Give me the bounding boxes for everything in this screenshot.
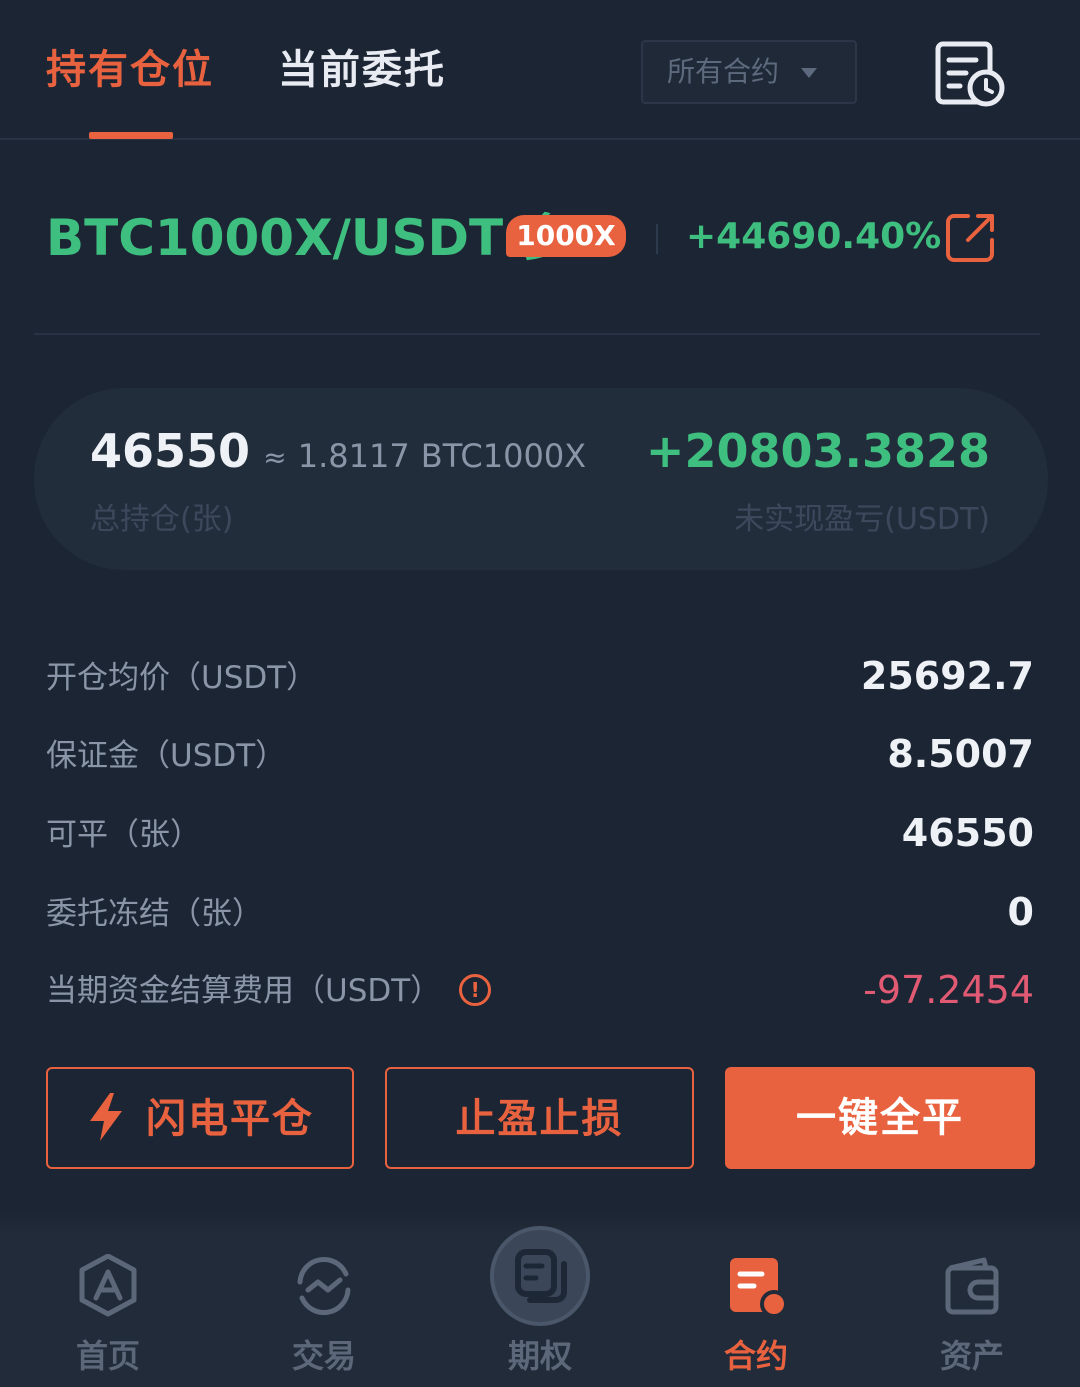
detail-label-funding-fee: 当期资金结算费用（USDT） <box>46 973 442 1009</box>
nav-item-contract[interactable]: 合约 <box>648 1234 864 1387</box>
chevron-down-icon <box>801 68 817 78</box>
approx-symbol: ≈ <box>263 441 287 474</box>
pnl-percent: +44690.40% <box>686 216 942 257</box>
flash-close-button[interactable]: 闪电平仓 <box>46 1067 354 1169</box>
nav-label-trade: 交易 <box>291 1337 356 1375</box>
nav-label-assets: 资产 <box>939 1337 1004 1375</box>
nav-item-home[interactable]: 首页 <box>0 1234 216 1387</box>
close-all-button[interactable]: 一键全平 <box>725 1067 1035 1169</box>
detail-label-entry-price: 开仓均价（USDT） <box>46 660 318 696</box>
unrealized-pnl-label: 未实现盈亏(USDT) <box>734 502 990 537</box>
nav-item-assets[interactable]: 资产 <box>864 1234 1080 1387</box>
options-center-button[interactable] <box>490 1226 590 1326</box>
unrealized-pnl: +20803.3828 <box>645 424 990 478</box>
detail-value-funding-fee: -97.2454 <box>863 968 1034 1012</box>
contract-filter-dropdown[interactable]: 所有合约 <box>641 40 857 104</box>
detail-value-entry-price: 25692.7 <box>860 654 1034 698</box>
info-icon[interactable]: ! <box>459 973 492 1006</box>
position-symbol[interactable]: BTC1000X/USDT·多 <box>46 205 572 271</box>
tab-positions[interactable]: 持有仓位 <box>46 42 214 98</box>
detail-label-frozen: 委托冻结（张） <box>46 896 263 932</box>
total-quantity: 46550 <box>90 424 251 478</box>
active-tab-indicator <box>89 132 173 139</box>
detail-label-funding-fee-row: 当期资金结算费用（USDT）! <box>46 969 492 1013</box>
wallet-icon <box>945 1257 999 1315</box>
home-icon <box>79 1254 137 1317</box>
detail-value-frozen: 0 <box>1007 890 1034 934</box>
detail-label-closable: 可平（张） <box>46 817 201 853</box>
detail-label-margin: 保证金（USDT） <box>46 738 287 774</box>
approx-amount: 1.8117 <box>297 437 410 475</box>
top-tab-bar: 持有仓位 当前委托 所有合约 <box>0 0 1080 140</box>
nav-item-trade[interactable]: 交易 <box>216 1234 432 1387</box>
header-separator <box>656 224 658 254</box>
detail-value-closable: 46550 <box>901 811 1034 855</box>
lightning-icon <box>90 1093 122 1141</box>
total-quantity-label: 总持仓(张) <box>90 502 234 537</box>
total-quantity-line: 46550 ≈ 1.8117 BTC1000X <box>90 423 586 490</box>
tab-current-orders[interactable]: 当前委托 <box>278 42 446 98</box>
leverage-badge: 1000X <box>506 215 626 257</box>
nav-label-home: 首页 <box>75 1337 140 1375</box>
nav-label-contract: 合约 <box>723 1337 788 1375</box>
order-history-icon[interactable] <box>934 40 1008 110</box>
detail-value-margin: 8.5007 <box>887 732 1034 776</box>
approx-unit: BTC1000X <box>420 437 587 475</box>
nav-label-options: 期权 <box>507 1337 572 1375</box>
options-icon <box>515 1249 567 1303</box>
contract-icon <box>730 1258 788 1318</box>
flash-close-label: 闪电平仓 <box>146 1096 314 1142</box>
positions-screen: 持有仓位 当前委托 所有合约 BTC1000X/USDT·多 1000X +44… <box>0 0 1080 1387</box>
share-icon[interactable] <box>944 210 998 264</box>
tp-sl-button[interactable]: 止盈止损 <box>385 1067 694 1169</box>
section-divider <box>34 333 1040 335</box>
trade-icon <box>297 1256 351 1316</box>
contract-filter-value: 所有合约 <box>667 55 780 88</box>
